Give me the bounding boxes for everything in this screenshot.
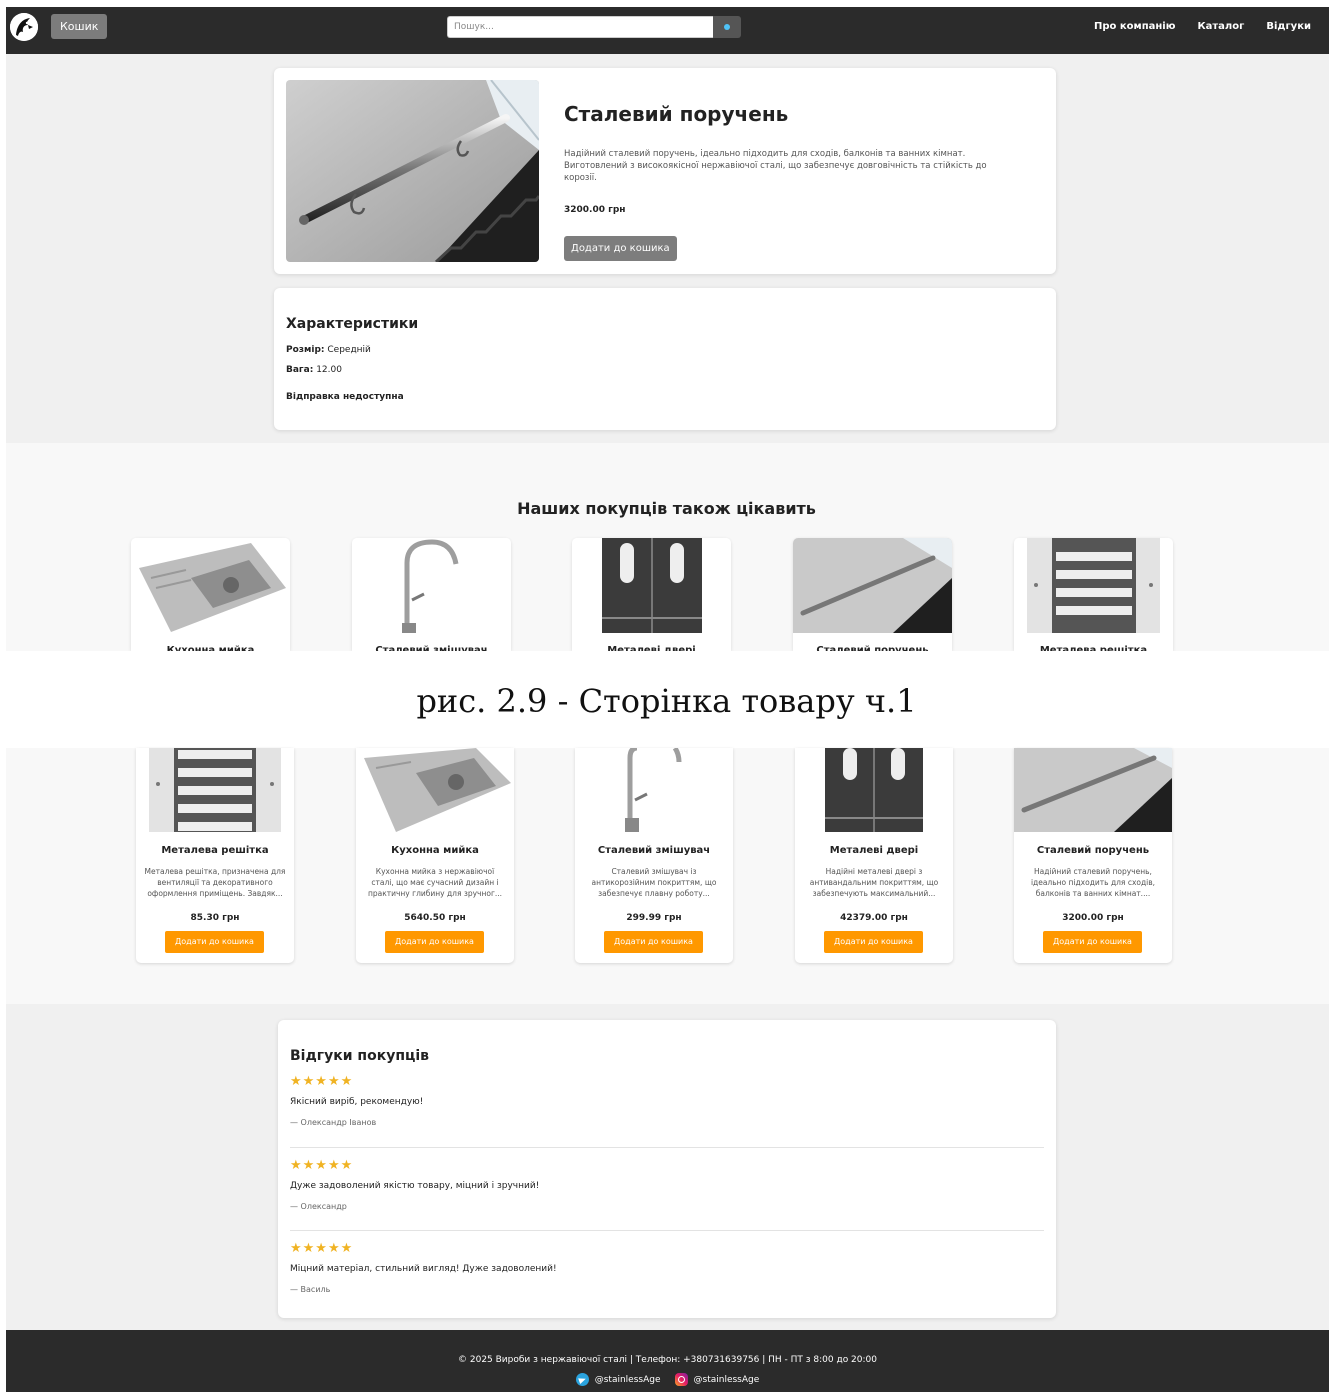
star-rating-icon: ★★★★★ xyxy=(290,1074,354,1089)
specs-card: Характеристики Розмір: Середній Вага: 12… xyxy=(274,288,1056,430)
add-to-cart-button[interactable]: Додати до кошика xyxy=(1043,931,1142,953)
review-author: — Олександр xyxy=(290,1202,347,1211)
door-image xyxy=(572,538,731,633)
instagram-handle: @stainlessAge xyxy=(693,1374,760,1385)
review-text: Якісний виріб, рекомендую! xyxy=(290,1097,424,1107)
product-description: Надійний сталевий поручень, ідеально під… xyxy=(1030,867,1156,898)
reviews-card: Відгуки покупців ★★★★★ Якісний виріб, ре… xyxy=(278,1020,1056,1318)
related-mini-card[interactable]: Кухонна мийка xyxy=(131,538,290,651)
spec-size: Розмір: Середній xyxy=(286,345,371,355)
product-price: 85.30 грн xyxy=(190,913,240,923)
review-item: ★★★★★ Дуже задоволений якістю товару, мі… xyxy=(290,1159,1044,1211)
spec-size-label: Розмір: xyxy=(286,345,325,355)
instagram-icon xyxy=(674,1373,688,1386)
product-price: 3200.00 грн xyxy=(564,205,626,215)
product-price: 5640.50 грн xyxy=(404,913,466,923)
product-price: 42379.00 грн xyxy=(840,913,908,923)
spec-weight-value: 12.00 xyxy=(316,365,342,375)
nav-reviews[interactable]: Відгуки xyxy=(1266,21,1311,32)
product-description: Надійний сталевий поручень, ідеально під… xyxy=(564,149,987,183)
review-author: — Олександр Іванов xyxy=(290,1118,377,1127)
cart-button[interactable]: Кошик xyxy=(51,14,108,39)
handrail-image xyxy=(1014,748,1172,832)
related-mini-name: Кухонна мийка xyxy=(166,645,255,651)
product-description: Надійні металеві двері з антивандальним … xyxy=(809,867,939,898)
figure-caption: рис. 2.9 - Сторінка товару ч.1 xyxy=(0,651,1333,748)
related-mini-name: Сталевий поручень xyxy=(816,645,929,651)
handrail-image xyxy=(793,538,952,633)
related-mini-card[interactable]: Сталевий поручень xyxy=(793,538,952,651)
product-name[interactable]: Металева решітка xyxy=(136,845,294,856)
divider xyxy=(290,1147,1044,1148)
door-image xyxy=(795,748,953,832)
star-rating-icon: ★★★★★ xyxy=(290,1241,354,1256)
add-to-cart-button[interactable]: Додати до кошика xyxy=(564,236,677,261)
star-rating-icon: ★★★★★ xyxy=(290,1158,354,1173)
social-links: @stainlessAge @stainlessAge xyxy=(6,1373,1329,1386)
add-to-cart-button[interactable]: Додати до кошика xyxy=(824,931,923,953)
nav-links: Про компанію Каталог Відгуки xyxy=(1094,21,1311,32)
spec-weight-label: Вага: xyxy=(286,365,314,375)
add-to-cart-button[interactable]: Додати до кошика xyxy=(385,931,484,953)
related-product-card[interactable]: Сталевий змішувач Сталевий змішувач із а… xyxy=(575,748,733,963)
telegram-handle: @stainlessAge xyxy=(594,1374,661,1385)
spec-size-value: Середній xyxy=(327,345,371,355)
search-icon xyxy=(724,24,730,30)
search-button[interactable] xyxy=(713,16,741,38)
product-name[interactable]: Сталевий змішувач xyxy=(575,845,733,856)
related-mini-card[interactable]: Сталевий змішувач xyxy=(352,538,511,651)
divider xyxy=(290,1230,1044,1231)
reviews-title: Відгуки покупців xyxy=(290,1048,430,1064)
product-image xyxy=(286,80,539,262)
search-bar xyxy=(447,16,741,38)
search-input[interactable] xyxy=(447,16,713,38)
telegram-link[interactable]: @stainlessAge xyxy=(575,1373,661,1386)
product-description: Сталевий змішувач із антикорозійним покр… xyxy=(591,867,717,898)
related-product-card[interactable]: Кухонна мийка Кухонна мийка з нержавіючо… xyxy=(356,748,514,963)
add-to-cart-button[interactable]: Додати до кошика xyxy=(165,931,264,953)
add-to-cart-button[interactable]: Додати до кошика xyxy=(604,931,703,953)
nav-about[interactable]: Про компанію xyxy=(1094,21,1175,32)
spec-weight: Вага: 12.00 xyxy=(286,365,342,375)
faucet-image xyxy=(575,748,733,832)
grille-image xyxy=(136,748,294,832)
related-mini-name: Сталевий змішувач xyxy=(375,645,488,651)
related-mini-card[interactable]: Металева решітка xyxy=(1014,538,1173,651)
product-name[interactable]: Сталевий поручень xyxy=(1014,845,1172,856)
shipping-status: Відправка недоступна xyxy=(286,392,404,402)
telegram-icon xyxy=(575,1373,589,1386)
related-title: Наших покупців також цікавить xyxy=(517,499,816,518)
related-product-card[interactable]: Сталевий поручень Надійний сталевий пору… xyxy=(1014,748,1172,963)
product-description: Кухонна мийка з нержавіючої сталі, що ма… xyxy=(367,867,503,898)
footer-info: © 2025 Вироби з нержавіючої сталі | Теле… xyxy=(458,1355,877,1365)
related-mini-name: Металева решітка xyxy=(1039,645,1148,651)
product-title: Сталевий поручень xyxy=(564,102,789,126)
product-name[interactable]: Металеві двері xyxy=(795,845,953,856)
top-navbar: Кошик Про компанію Каталог Відгуки xyxy=(6,7,1329,54)
footer: © 2025 Вироби з нержавіючої сталі | Теле… xyxy=(6,1330,1329,1392)
review-text: Міцний матеріал, стильний вигляд! Дуже з… xyxy=(290,1264,557,1274)
review-item: ★★★★★ Якісний виріб, рекомендую! — Олекс… xyxy=(290,1075,1044,1127)
product-price: 299.99 грн xyxy=(626,913,682,923)
product-name[interactable]: Кухонна мийка xyxy=(356,845,514,856)
nav-catalog[interactable]: Каталог xyxy=(1197,21,1244,32)
review-text: Дуже задоволений якістю товару, міцний і… xyxy=(290,1181,540,1191)
related-mini-name: Металеві двері xyxy=(607,645,696,651)
product-card: Сталевий поручень Надійний сталевий пору… xyxy=(274,68,1056,274)
sink-image xyxy=(356,748,514,832)
sink-image xyxy=(131,538,290,633)
review-author: — Василь xyxy=(290,1285,331,1294)
grille-image xyxy=(1014,538,1173,633)
related-mini-card[interactable]: Металеві двері xyxy=(572,538,731,651)
related-product-card[interactable]: Металеві двері Надійні металеві двері з … xyxy=(795,748,953,963)
review-item: ★★★★★ Міцний матеріал, стильний вигляд! … xyxy=(290,1242,1044,1294)
specs-title: Характеристики xyxy=(286,316,419,332)
related-product-card[interactable]: Металева решітка Металева решітка, призн… xyxy=(136,748,294,963)
faucet-image xyxy=(352,538,511,633)
instagram-link[interactable]: @stainlessAge xyxy=(674,1373,760,1386)
product-price: 3200.00 грн xyxy=(1062,913,1124,923)
logo-icon[interactable] xyxy=(10,13,38,41)
product-description: Металева решітка, призначена для вентиля… xyxy=(144,867,286,898)
